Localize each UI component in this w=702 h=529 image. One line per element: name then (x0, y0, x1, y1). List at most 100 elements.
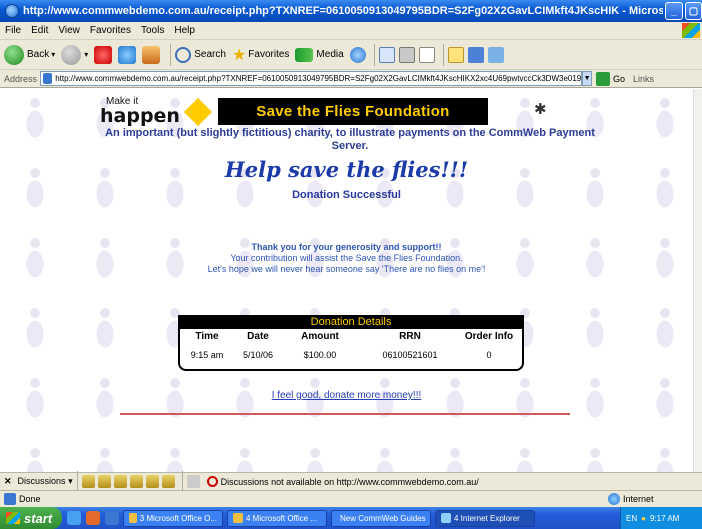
discussion-collapse-icon[interactable] (129, 475, 143, 488)
toolbar-divider (170, 43, 172, 66)
clock[interactable]: 9:17 AM (650, 514, 679, 523)
taskbar-item-office-word[interactable]: 4 Microsoft Office ... (227, 509, 327, 527)
cell-time: 9:15 am (190, 350, 224, 360)
quicklaunch-desktop-icon[interactable] (67, 511, 81, 525)
search-icon (175, 46, 192, 63)
header-logo: Make it happen Save the Flies Foundation (100, 97, 488, 126)
donate-more-container: I feel good, donate more money!!! (0, 389, 693, 401)
donate-more-link[interactable]: I feel good, donate more money!!! (272, 390, 422, 401)
toolbar: Back ▾ ▾ Search ★ Favorites Media (0, 40, 702, 70)
header-date: Date (247, 331, 269, 342)
back-label: Back (27, 49, 50, 60)
windows-logo-icon (682, 23, 700, 38)
research-icon[interactable] (487, 46, 504, 63)
mail-icon[interactable] (378, 46, 395, 63)
discussion-subscribe-icon[interactable] (145, 475, 159, 488)
vertical-scrollbar[interactable] (693, 89, 702, 472)
favorites-button[interactable]: ★ Favorites (232, 45, 289, 65)
windows-flag-icon (6, 512, 20, 524)
menu-tools[interactable]: Tools (136, 25, 169, 36)
page-icon (43, 73, 53, 84)
refresh-icon[interactable] (118, 45, 137, 64)
thank-you-message: Thank you for your generosity and suppor… (0, 242, 693, 275)
quicklaunch-ie-icon[interactable] (105, 511, 119, 525)
header-order-info: Order Info (464, 331, 514, 342)
status-text: Done (19, 494, 41, 504)
menu-view[interactable]: View (53, 25, 85, 36)
links-toolbar[interactable]: Links (633, 74, 654, 84)
home-icon[interactable] (142, 45, 161, 64)
menu-help[interactable]: Help (169, 25, 200, 36)
donation-details-table: Donation Details Time Date Amount RRN Or… (178, 315, 524, 371)
discussion-edit-icon[interactable] (97, 475, 111, 488)
media-button[interactable]: Media (295, 47, 344, 62)
go-arrow-icon (596, 71, 611, 86)
address-input[interactable]: http://www.commwebdemo.com.au/receipt.ph… (40, 71, 583, 86)
media-label: Media (316, 49, 344, 60)
page-headline: Help save the flies!!! (224, 157, 469, 182)
chevron-down-icon[interactable]: ▾ (51, 50, 55, 59)
menu-favorites[interactable]: Favorites (85, 25, 136, 36)
language-indicator[interactable]: EN (626, 514, 637, 523)
word-icon (233, 513, 243, 523)
status-bar: Done Internet (0, 490, 702, 507)
globe-icon (608, 493, 620, 505)
history-icon[interactable] (349, 46, 366, 63)
cell-date: 5/10/06 (242, 350, 274, 360)
back-button[interactable]: Back ▾ (4, 44, 55, 65)
edit-icon[interactable] (418, 46, 435, 63)
favorites-label: Favorites (248, 49, 290, 60)
search-button[interactable]: Search (175, 46, 226, 63)
stop-icon[interactable] (94, 45, 113, 64)
minimize-button[interactable]: _ (665, 2, 683, 20)
quicklaunch-outlook-icon[interactable] (86, 511, 100, 525)
discussion-insert-icon[interactable] (81, 475, 95, 488)
taskbar-item-internet-explorer[interactable]: 4 Internet Explorer (435, 509, 535, 527)
page-content: Make it happen Save the Flies Foundation… (0, 89, 693, 472)
discussions-button[interactable]: Discussions ▾ (18, 476, 73, 487)
discussion-show-icon[interactable] (161, 475, 175, 488)
header-rrn: RRN (399, 331, 421, 342)
address-dropdown-icon[interactable]: ▼ (582, 71, 593, 86)
folder-icon[interactable] (447, 46, 464, 63)
search-label: Search (194, 49, 226, 60)
fly-icon: ✱ (534, 101, 547, 118)
close-icon[interactable]: ✕ (4, 476, 12, 487)
print-icon[interactable] (398, 46, 415, 63)
chevron-down-icon[interactable]: ▾ (84, 50, 88, 59)
status-message: Donation Successful (292, 189, 401, 201)
maximize-button[interactable]: ▢ (685, 2, 702, 20)
tray-icon[interactable]: ● (641, 514, 646, 523)
donation-details-title: Donation Details (180, 315, 522, 329)
address-url[interactable]: http://www.commwebdemo.com.au/receipt.ph… (55, 74, 581, 83)
intro-text: An important (but slightly fictitious) c… (105, 127, 595, 152)
toolbar-divider (373, 43, 375, 66)
messenger-icon[interactable] (467, 46, 484, 63)
divider-line (120, 413, 570, 415)
star-icon: ★ (231, 46, 247, 64)
menu-bar: File Edit View Favorites Tools Help (0, 22, 702, 40)
menu-edit[interactable]: Edit (26, 25, 53, 36)
thanks-line-2: Your contribution will assist the Save t… (230, 253, 463, 263)
page-done-icon (4, 493, 16, 505)
back-arrow-icon (4, 44, 24, 65)
security-zone: Internet (608, 493, 654, 505)
discussions-bar: ✕ Discussions ▾ Discussions not availabl… (0, 470, 702, 493)
zone-label: Internet (623, 494, 654, 504)
taskbar-item-commweb-guides[interactable]: New CommWeb Guides (331, 509, 431, 527)
discussion-expand-icon[interactable] (113, 475, 127, 488)
happen-text: happen (100, 105, 180, 127)
forward-button[interactable]: ▾ (61, 44, 88, 65)
office-icon (129, 513, 137, 523)
discussion-pane-icon[interactable] (186, 475, 200, 488)
diamond-logo-icon (183, 97, 213, 126)
cell-amount: $100.00 (303, 350, 337, 360)
system-tray: EN ● 9:17 AM (620, 507, 702, 529)
go-button[interactable]: Go (596, 71, 625, 86)
start-button[interactable]: start (0, 507, 62, 529)
menu-file[interactable]: File (0, 25, 26, 36)
cell-rrn: 06100521601 (382, 350, 438, 360)
header-amount: Amount (301, 331, 339, 342)
address-label: Address (4, 73, 38, 84)
taskbar-item-office-outlook[interactable]: 3 Microsoft Office O... (123, 509, 223, 527)
